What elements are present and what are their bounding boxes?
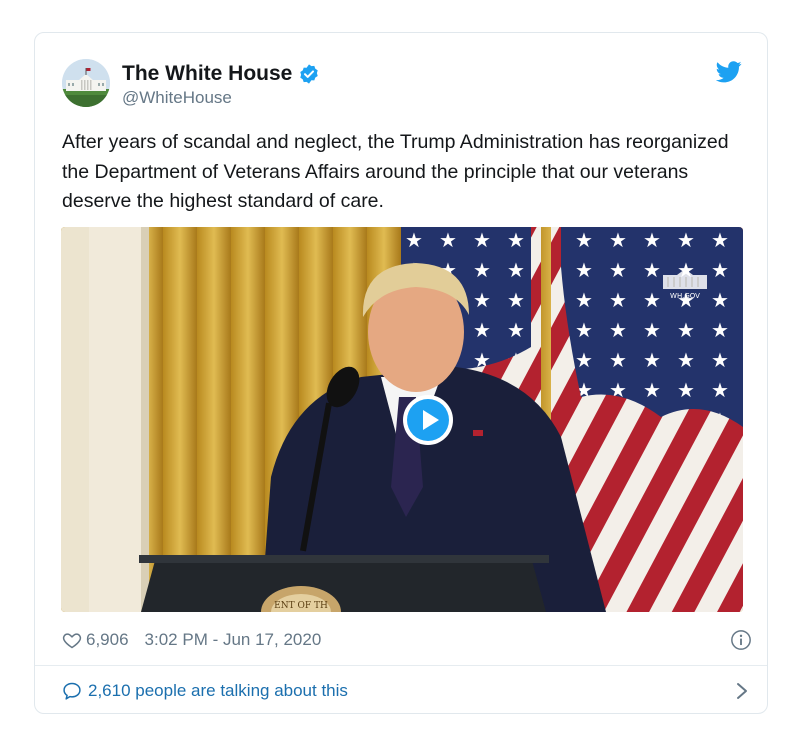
twitter-bird-icon[interactable]	[716, 61, 742, 83]
divider	[35, 665, 767, 666]
watermark-text: WH.GOV	[670, 292, 700, 300]
play-button[interactable]	[402, 394, 454, 446]
whitehouse-watermark: WH.GOV	[663, 269, 707, 300]
white-house-avatar-image	[62, 59, 110, 107]
conversation-text[interactable]: 2,610 people are talking about this	[88, 681, 348, 701]
info-icon[interactable]	[730, 629, 752, 651]
tweet-meta-row: 6,906 3:02 PM - Jun 17, 2020	[62, 627, 752, 653]
like-count: 6,906	[86, 630, 129, 649]
user-handle[interactable]: @WhiteHouse	[122, 88, 232, 108]
heart-icon	[62, 633, 82, 649]
tweet-text: After years of scandal and neglect, the …	[62, 131, 729, 212]
video-thumbnail[interactable]: ★	[61, 227, 743, 612]
avatar[interactable]	[62, 59, 110, 107]
display-name[interactable]: The White House	[122, 62, 292, 86]
chevron-right-icon[interactable]	[736, 682, 748, 700]
verified-badge-icon	[300, 64, 319, 84]
speech-bubble-icon	[63, 682, 81, 700]
display-name-row[interactable]: The White House	[122, 62, 320, 86]
tweet-card[interactable]: The White House @WhiteHouse After years …	[34, 32, 768, 714]
like-button[interactable]: 6,906	[62, 630, 145, 650]
conversation-link[interactable]: 2,610 people are talking about this	[62, 677, 752, 705]
tweet-timestamp[interactable]: 3:02 PM - Jun 17, 2020	[145, 630, 322, 650]
